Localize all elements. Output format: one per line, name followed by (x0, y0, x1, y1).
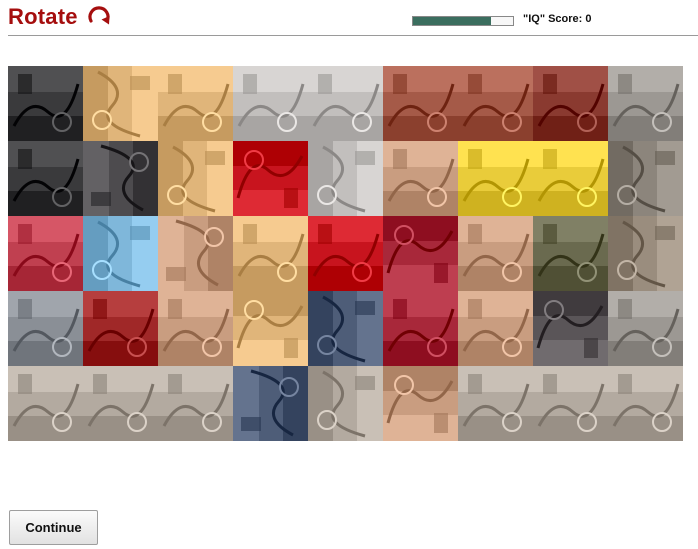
puzzle-tile[interactable] (8, 216, 83, 291)
puzzle-tile[interactable] (458, 66, 533, 141)
puzzle-tile[interactable] (533, 366, 608, 441)
puzzle-tile[interactable] (533, 216, 608, 291)
puzzle-tile[interactable] (233, 291, 308, 366)
rotate-clockwise-icon (88, 6, 110, 25)
puzzle-tile[interactable] (83, 291, 158, 366)
puzzle-tile[interactable] (608, 216, 683, 291)
puzzle-tile[interactable] (308, 291, 383, 366)
puzzle-tile[interactable] (158, 66, 233, 141)
puzzle-tile[interactable] (383, 366, 458, 441)
puzzle-tile[interactable] (608, 66, 683, 141)
puzzle-tile[interactable] (383, 141, 458, 216)
puzzle-tile[interactable] (83, 141, 158, 216)
puzzle-tile[interactable] (83, 66, 158, 141)
header: Rotate "IQ" Score: 0 (0, 0, 698, 36)
puzzle-tile[interactable] (158, 366, 233, 441)
header-divider (8, 35, 698, 36)
puzzle-tile[interactable] (8, 66, 83, 141)
continue-button[interactable]: Continue (9, 510, 98, 545)
puzzle-tile[interactable] (158, 216, 233, 291)
puzzle-tile[interactable] (233, 366, 308, 441)
puzzle-tile[interactable] (458, 216, 533, 291)
puzzle-tile[interactable] (383, 291, 458, 366)
page-title: Rotate (8, 4, 78, 29)
puzzle-board (8, 66, 683, 441)
puzzle-tile[interactable] (308, 366, 383, 441)
puzzle-tile[interactable] (458, 291, 533, 366)
puzzle-tile[interactable] (83, 216, 158, 291)
puzzle-tile[interactable] (383, 216, 458, 291)
iq-score-label: "IQ" Score: 0 (523, 13, 592, 25)
puzzle-tile[interactable] (83, 366, 158, 441)
progress-bar (412, 16, 514, 26)
puzzle-tile[interactable] (233, 66, 308, 141)
puzzle-tile[interactable] (383, 66, 458, 141)
puzzle-tile[interactable] (233, 141, 308, 216)
puzzle-tile[interactable] (8, 291, 83, 366)
puzzle-tile[interactable] (8, 141, 83, 216)
puzzle-tile[interactable] (533, 291, 608, 366)
puzzle-tile[interactable] (308, 141, 383, 216)
puzzle-tile[interactable] (158, 141, 233, 216)
puzzle-tile[interactable] (308, 216, 383, 291)
puzzle-tile[interactable] (458, 141, 533, 216)
puzzle-tile[interactable] (533, 141, 608, 216)
puzzle-tile[interactable] (533, 66, 608, 141)
puzzle-tile[interactable] (608, 141, 683, 216)
puzzle-tile[interactable] (308, 66, 383, 141)
puzzle-tile[interactable] (233, 216, 308, 291)
puzzle-tile[interactable] (608, 291, 683, 366)
puzzle-tile[interactable] (158, 291, 233, 366)
puzzle-tile[interactable] (608, 366, 683, 441)
puzzle-tile[interactable] (8, 366, 83, 441)
progress-bar-fill (413, 17, 491, 25)
puzzle-tile[interactable] (458, 366, 533, 441)
